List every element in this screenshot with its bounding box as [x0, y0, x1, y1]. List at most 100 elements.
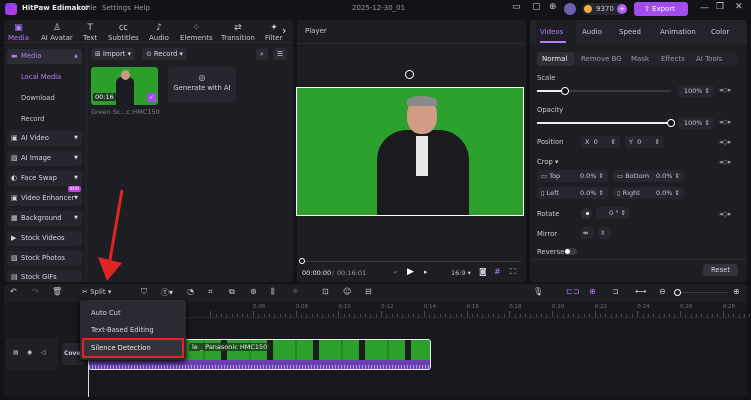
- face-icon[interactable]: ☺: [343, 287, 351, 296]
- tab-transition[interactable]: ⇄ Transition: [221, 23, 255, 42]
- sidebar-record[interactable]: Record: [21, 115, 44, 123]
- scale-input[interactable]: 100% ⇕: [678, 85, 714, 97]
- mirror-vertical-icon[interactable]: ⇳: [598, 227, 611, 239]
- minimize-icon[interactable]: —: [700, 3, 709, 13]
- close-icon[interactable]: ✕: [735, 2, 743, 12]
- freeze-icon[interactable]: ❄: [292, 287, 299, 296]
- sidebar-video-enhancer[interactable]: ▣ Video Enhancer ▼ NEW: [7, 186, 82, 206]
- avatar[interactable]: [564, 3, 576, 15]
- search-icon[interactable]: ⌕: [256, 48, 268, 60]
- rotate-input[interactable]: 0 ° ⇕: [596, 207, 630, 219]
- tab-media[interactable]: ▣ Media: [8, 23, 29, 42]
- snap-icon[interactable]: ⊕: [589, 287, 596, 296]
- zoom-in-icon[interactable]: ⊕: [733, 287, 740, 296]
- zoom-slider[interactable]: [674, 289, 728, 296]
- chevron-right-icon[interactable]: ›: [282, 24, 286, 37]
- sidebar-ai-image[interactable]: ▨ AI Image ▼: [7, 151, 82, 166]
- menu-item-silence-detection[interactable]: Silence Detection: [82, 338, 184, 358]
- menu-help[interactable]: Help: [134, 4, 150, 12]
- subtab-normal[interactable]: Normal: [542, 55, 567, 63]
- tab-subtitles[interactable]: ㏄ Subtitles: [108, 23, 139, 42]
- mask-icon[interactable]: ⛉: [141, 287, 147, 297]
- tab-text[interactable]: T Text: [83, 23, 97, 42]
- timeline-ruler[interactable]: 0:06 0:08 0:10 0:12 0:14 0:16 0:18 0:20 0:22 0:24…: [88, 302, 751, 318]
- fullscreen-icon[interactable]: ⛶: [510, 267, 516, 277]
- tab-elements[interactable]: ⁘ Elements: [180, 23, 213, 42]
- subtab-mask[interactable]: Mask: [631, 55, 649, 63]
- export-button[interactable]: ⇧ Export: [634, 2, 688, 16]
- import-button[interactable]: ⊞ Import ▾: [91, 48, 135, 60]
- layout-icon[interactable]: ▭: [512, 2, 521, 12]
- eye-icon[interactable]: ◉: [27, 349, 32, 356]
- reverse-icon[interactable]: ⊛: [250, 287, 257, 296]
- delete-icon[interactable]: 🗑: [52, 287, 62, 296]
- next-frame-icon[interactable]: ▸: [424, 268, 428, 276]
- checkbox-icon[interactable]: ✓: [147, 93, 156, 102]
- tab-speed[interactable]: Speed: [619, 28, 641, 36]
- sidebar-background[interactable]: ▦ Background ▼: [7, 211, 82, 226]
- menu-item-text-based-editing[interactable]: Text-Based Editing: [91, 326, 154, 334]
- sidebar-local-media[interactable]: Local Media: [21, 73, 61, 81]
- subtab-remove-bg[interactable]: Remove BG: [581, 55, 622, 63]
- subtab-ai-tools[interactable]: AI Tools: [696, 55, 722, 63]
- menu-settings[interactable]: Settings: [102, 4, 131, 12]
- rotate-dial[interactable]: [581, 208, 592, 219]
- crop-top-input[interactable]: ▭ Top 0.0% ⇕: [537, 170, 608, 182]
- crop-keyframe-icon[interactable]: ◂◇▸: [719, 158, 731, 166]
- sidebar-stock-videos[interactable]: ▶ Stock Videos: [7, 231, 82, 246]
- mute-icon[interactable]: ◁: [41, 349, 46, 356]
- crop-bottom-input[interactable]: ▭ Bottom 0.0% ⇕: [613, 170, 684, 182]
- sidebar-download[interactable]: Download: [21, 94, 55, 102]
- generate-with-ai-button[interactable]: ◎ Generate with AI: [168, 67, 236, 103]
- video-preview[interactable]: [296, 87, 524, 216]
- position-x-input[interactable]: X 0 ⇕: [581, 136, 620, 148]
- scale-keyframe-icon[interactable]: ◂◇▸: [719, 86, 731, 94]
- mirror-icon[interactable]: ⫼: [271, 287, 275, 297]
- lock-icon[interactable]: ▤: [13, 349, 19, 356]
- opacity-input[interactable]: 100% ⇕: [678, 117, 714, 129]
- feedback-icon[interactable]: ▢: [532, 2, 541, 12]
- sidebar-media[interactable]: ▬ Media ▲: [7, 49, 82, 64]
- reverse-toggle[interactable]: [564, 248, 577, 255]
- scale-slider[interactable]: [537, 87, 671, 95]
- grid-icon[interactable]: #: [494, 267, 501, 276]
- more-tool-icon[interactable]: ⊟: [365, 287, 372, 296]
- rotate-keyframe-icon[interactable]: ◂◇▸: [719, 210, 731, 218]
- tab-animation[interactable]: Animation: [660, 28, 696, 36]
- sort-icon[interactable]: ☰: [273, 48, 288, 60]
- crop-toggle[interactable]: Crop ▾: [537, 158, 558, 166]
- opacity-keyframe-icon[interactable]: ◂◇▸: [719, 118, 731, 126]
- undo-icon[interactable]: ↶: [10, 287, 17, 296]
- tab-color[interactable]: Color: [711, 28, 729, 36]
- split-button[interactable]: ✂ Split ▾: [82, 288, 111, 296]
- rotate-handle-icon[interactable]: [405, 70, 414, 79]
- resize-icon[interactable]: ⧉: [229, 287, 235, 297]
- redo-icon[interactable]: ↷: [32, 287, 39, 296]
- add-credits-icon[interactable]: +: [617, 4, 627, 14]
- tab-ai-avatar[interactable]: ♙ AI Avatar: [41, 23, 73, 42]
- record-button[interactable]: ⊙ Record ▾: [142, 48, 187, 60]
- snapshot-icon[interactable]: ◙: [479, 267, 487, 276]
- reset-button[interactable]: Reset: [703, 264, 738, 276]
- playback-scrubber[interactable]: [299, 258, 521, 264]
- position-keyframe-icon[interactable]: ◂◇▸: [719, 138, 731, 146]
- media-thumbnail[interactable]: 00:16 ✓: [91, 67, 158, 105]
- aspect-ratio-select[interactable]: 16:9 ▾: [451, 269, 471, 277]
- zoom-out-icon[interactable]: ⊖: [659, 287, 666, 296]
- opacity-slider[interactable]: [537, 119, 675, 127]
- tab-audio[interactable]: Audio: [582, 28, 602, 36]
- tab-filters[interactable]: ✦Filters: [265, 23, 283, 42]
- split-track-icon[interactable]: ⊐: [612, 287, 619, 296]
- microphone-icon[interactable]: 🎙: [533, 287, 543, 296]
- sidebar-ai-video[interactable]: ▣ AI Video ▼: [7, 131, 82, 146]
- prev-frame-icon[interactable]: ◂: [393, 268, 397, 276]
- download-icon[interactable]: ⊕: [549, 2, 557, 12]
- crop-icon[interactable]: ⌗: [208, 287, 213, 297]
- sidebar-stock-gifs[interactable]: ▤ Stock GIFs: [7, 270, 82, 282]
- position-y-input[interactable]: Y 0 ⇕: [625, 136, 664, 148]
- crop-right-input[interactable]: ▯ Right 0.0% ⇕: [613, 187, 684, 199]
- sidebar-face-swap[interactable]: ◐ Face Swap ▼: [7, 171, 82, 186]
- tab-videos[interactable]: Videos: [540, 28, 563, 36]
- speed-icon[interactable]: ◔: [187, 287, 194, 296]
- fit-icon[interactable]: ⟷: [635, 287, 646, 296]
